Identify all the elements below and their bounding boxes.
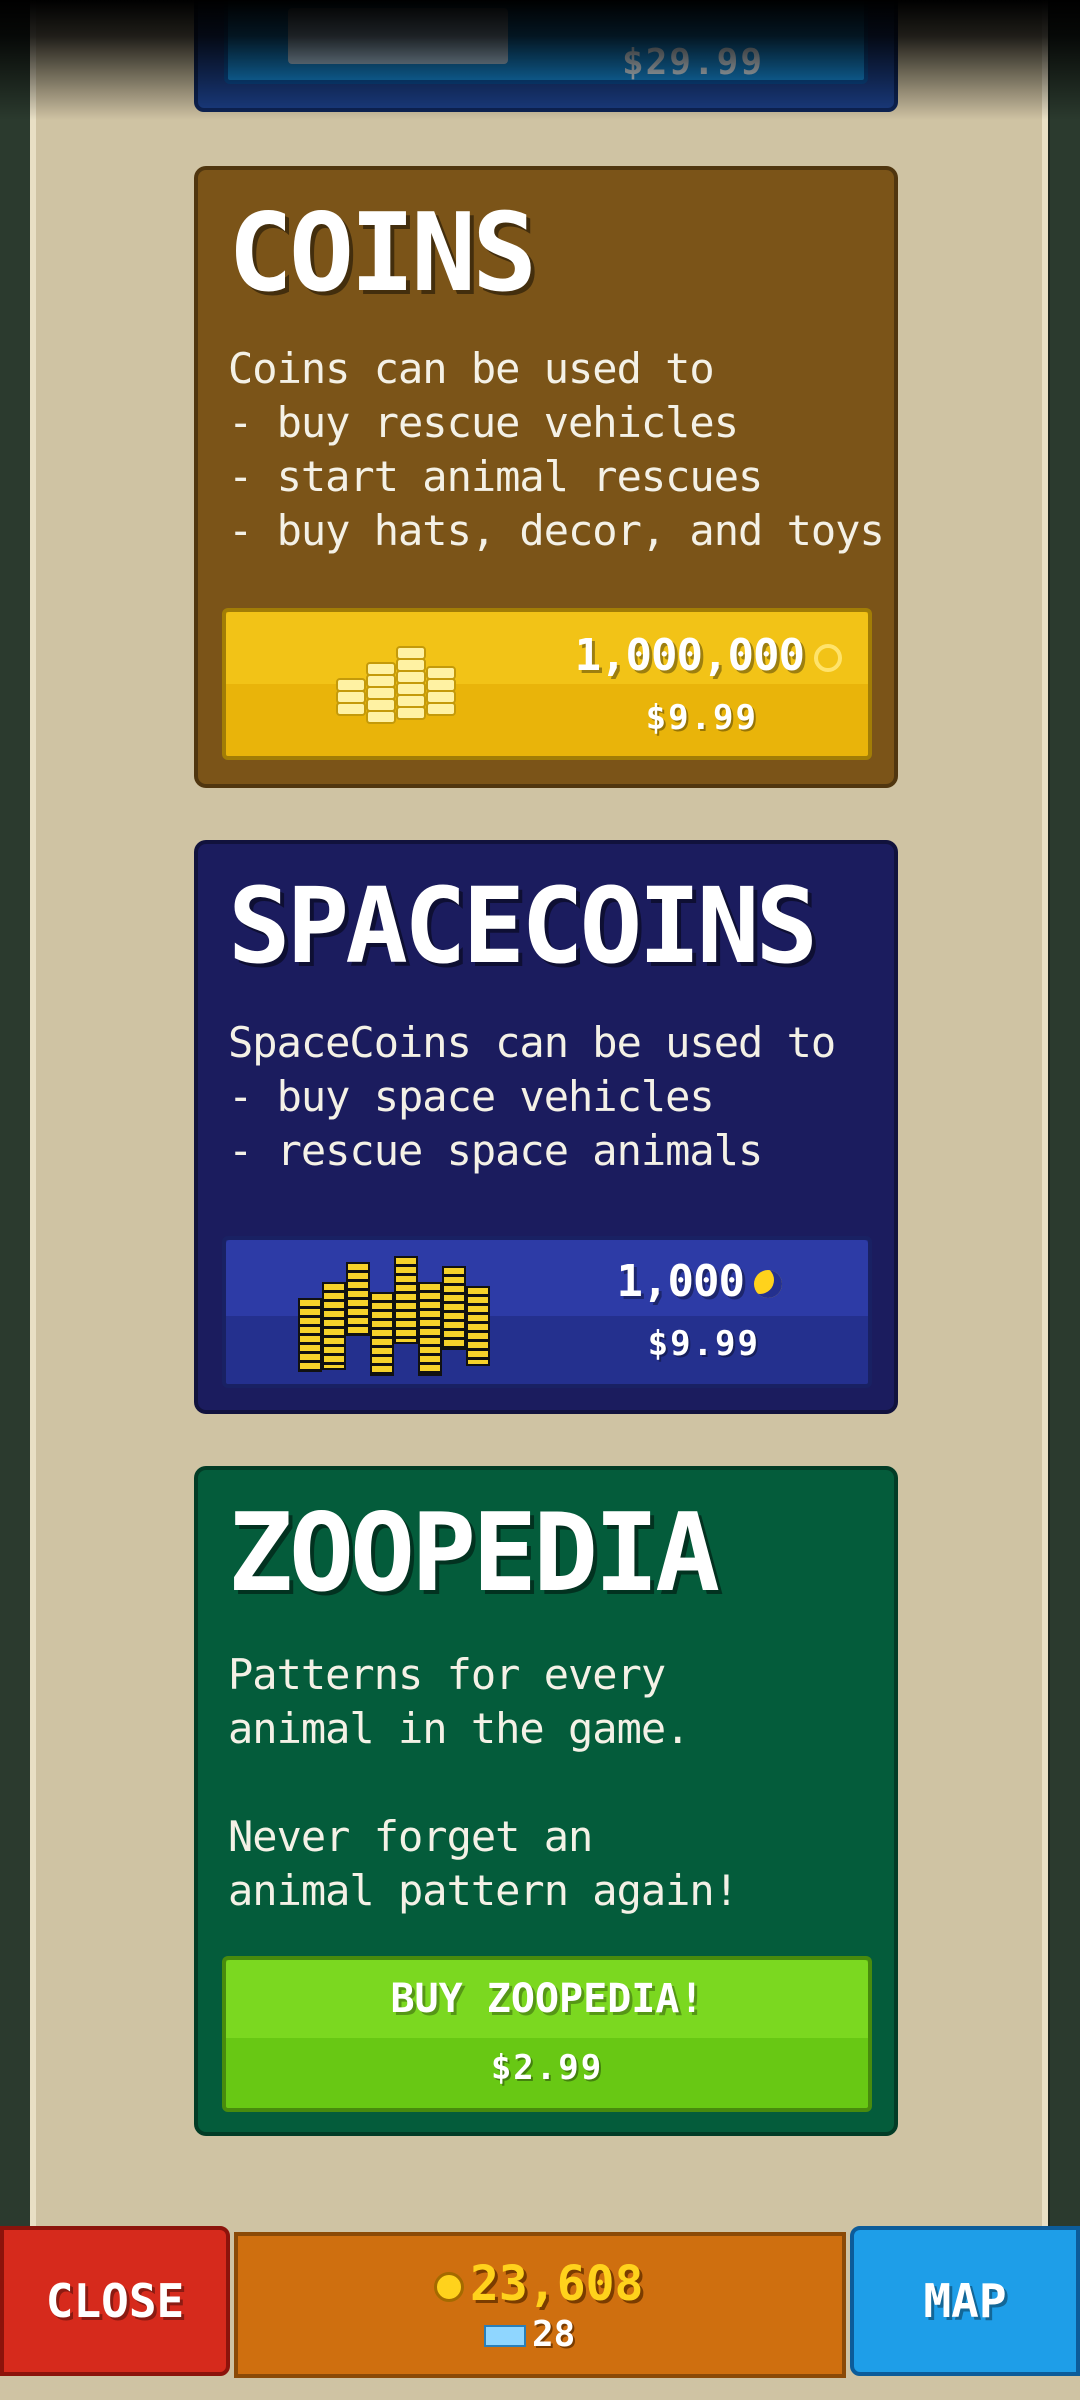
top-offer-buy-button[interactable]: $29.99 [224, 0, 868, 84]
coin-pile-icon [326, 632, 476, 748]
coins-buy-button[interactable]: 1,000,000 $9.99 [222, 608, 872, 760]
zoopedia-price: $2.99 [490, 2048, 604, 2088]
coin-icon [434, 2272, 464, 2302]
gem-balance: 28 [484, 2314, 575, 2355]
shop-panel[interactable]: $29.99 COINS Coins can be used to - buy … [30, 0, 1048, 2400]
spacecoin-icon [754, 1270, 782, 1298]
coin-balance-value: 23,608 [470, 2256, 644, 2312]
background-right [1050, 0, 1080, 2400]
coins-title: COINS [228, 191, 537, 316]
spacecoins-price: $9.99 [647, 1324, 760, 1364]
coins-price: $9.99 [645, 698, 758, 738]
zoopedia-title: ZOOPEDIA [228, 1491, 720, 1616]
close-button[interactable]: CLOSE [0, 2226, 230, 2376]
buy-zoopedia-label: BUY ZOOPEDIA! [390, 1976, 704, 2022]
coins-card: COINS Coins can be used to - buy rescue … [194, 166, 898, 788]
bottom-bar: CLOSE 23,608 28 MAP [0, 2226, 1080, 2400]
top-offer-card: $29.99 [194, 0, 898, 112]
coin-icon [814, 644, 842, 672]
zoopedia-card: ZOOPEDIA Patterns for every animal in th… [194, 1466, 898, 2136]
gem-icon [484, 2325, 526, 2347]
spacecoins-title: SPACECOINS [228, 865, 818, 987]
spacecoins-description: SpaceCoins can be used to - buy space ve… [228, 1018, 836, 1175]
buy-zoopedia-button[interactable]: BUY ZOOPEDIA! $2.99 [222, 1956, 872, 2112]
spacecoins-card: SPACECOINS SpaceCoins can be used to - b… [194, 840, 898, 1414]
gem-balance-value: 28 [532, 2314, 576, 2355]
spacecoins-amount: 1,000 [616, 1256, 745, 1307]
spacecoin-stacks-icon [288, 1252, 502, 1376]
top-offer-price: $29.99 [621, 42, 764, 83]
cash-bundle-icon [288, 8, 508, 64]
map-button[interactable]: MAP [850, 2226, 1080, 2376]
coins-amount: 1,000,000 [574, 630, 805, 681]
coin-balance: 23,608 [434, 2256, 643, 2312]
coins-amount-row: 1,000,000 [575, 630, 842, 681]
spacecoins-buy-button[interactable]: 1,000 $9.99 [222, 1236, 872, 1388]
zoopedia-description: Patterns for every animal in the game. N… [228, 1650, 739, 1915]
spacecoins-amount-row: 1,000 [617, 1256, 782, 1307]
currency-balance: 23,608 28 [234, 2232, 846, 2378]
coins-description: Coins can be used to - buy rescue vehicl… [228, 344, 885, 555]
